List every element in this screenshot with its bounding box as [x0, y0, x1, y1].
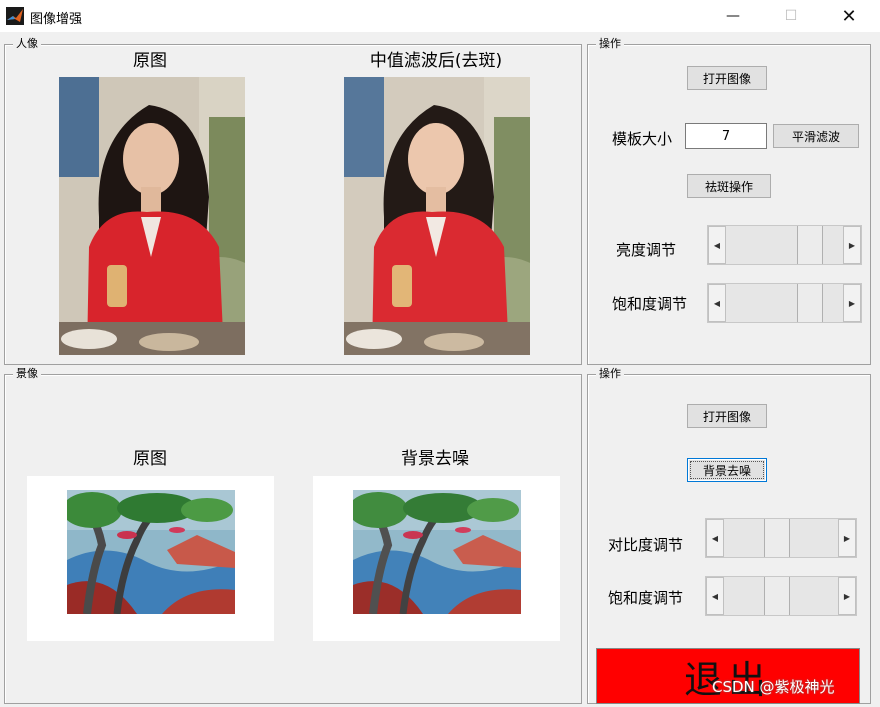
scenery-original-caption: 原图 [133, 449, 167, 469]
chevron-left-icon[interactable]: ◀ [708, 284, 726, 322]
scenery-denoised-caption: 背景去噪 [401, 449, 469, 469]
chevron-left-icon[interactable]: ◀ [706, 577, 724, 615]
portrait-ops-legend: 操作 [596, 37, 624, 51]
chevron-left-icon[interactable]: ◀ [708, 226, 726, 264]
portrait-panel-legend: 人像 [13, 37, 41, 51]
minimize-icon[interactable]: — [710, 0, 756, 32]
chevron-left-icon[interactable]: ◀ [706, 519, 724, 557]
matlab-icon [6, 7, 24, 25]
portrait-original-image [59, 77, 245, 355]
title-bar: 图像增强 — ☐ ✕ [0, 0, 880, 32]
scenery-saturation-slider-thumb[interactable] [764, 577, 790, 615]
chevron-right-icon[interactable]: ▶ [838, 519, 856, 557]
smooth-filter-button[interactable]: 平滑滤波 [773, 124, 859, 148]
template-size-input[interactable] [685, 123, 767, 149]
portrait-processed-image [344, 77, 530, 355]
window-title: 图像增强 [30, 12, 83, 27]
brightness-label: 亮度调节 [616, 241, 677, 259]
scenery-ops-legend: 操作 [596, 367, 624, 381]
watermark-text: CSDN @紫极神光 [712, 678, 835, 696]
contrast-label: 对比度调节 [608, 536, 684, 554]
maximize-icon[interactable]: ☐ [768, 0, 814, 32]
brightness-slider-thumb[interactable] [797, 226, 823, 264]
chevron-right-icon[interactable]: ▶ [843, 226, 861, 264]
contrast-slider-thumb[interactable] [764, 519, 790, 557]
scenery-denoised-image [353, 490, 521, 614]
chevron-right-icon[interactable]: ▶ [838, 577, 856, 615]
background-denoise-button[interactable]: 背景去噪 [687, 458, 767, 482]
portrait-original-caption: 原图 [133, 51, 167, 71]
scenery-original-image [67, 490, 235, 614]
close-icon[interactable]: ✕ [826, 0, 872, 32]
scenery-panel-legend: 景像 [13, 367, 41, 381]
brightness-slider[interactable]: ◀ ▶ [707, 225, 862, 265]
template-size-label: 模板大小 [612, 130, 673, 148]
chevron-right-icon[interactable]: ▶ [843, 284, 861, 322]
portrait-processed-caption: 中值滤波后(去斑) [369, 51, 503, 71]
scenery-saturation-slider[interactable]: ◀ ▶ [705, 576, 857, 616]
remove-spots-button[interactable]: 祛斑操作 [687, 174, 771, 198]
portrait-saturation-slider-thumb[interactable] [797, 284, 823, 322]
scenery-open-image-button[interactable]: 打开图像 [687, 404, 767, 428]
portrait-saturation-slider[interactable]: ◀ ▶ [707, 283, 862, 323]
portrait-open-image-button[interactable]: 打开图像 [687, 66, 767, 90]
contrast-slider[interactable]: ◀ ▶ [705, 518, 857, 558]
portrait-saturation-label: 饱和度调节 [612, 295, 688, 313]
scenery-saturation-label: 饱和度调节 [608, 589, 684, 607]
